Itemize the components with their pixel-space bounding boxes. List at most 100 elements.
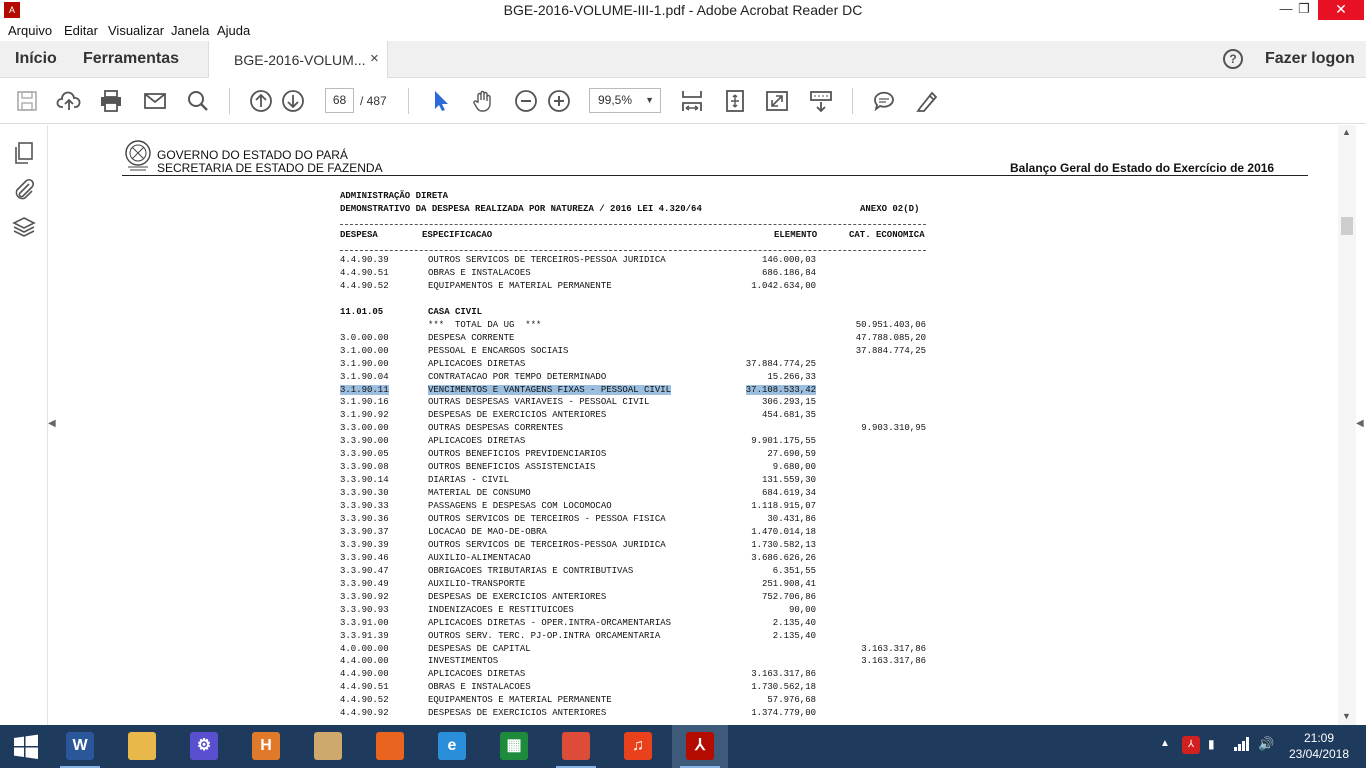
expand-left-panel-icon[interactable]: ◀ [48, 418, 56, 432]
row-specification: APLICACOES DIRETAS [428, 669, 526, 680]
table-row: 3.3.90.30 MATERIAL DE CONSUMO 684.619,34 [56, 488, 1338, 501]
full-screen-icon[interactable] [764, 88, 790, 114]
taskbar-word[interactable]: W [52, 725, 108, 768]
row-cat-economica: 3.163.317,86 [861, 656, 926, 667]
layers-icon[interactable] [12, 215, 36, 239]
taskbar-file-explorer[interactable] [114, 725, 170, 768]
attachments-icon[interactable] [12, 177, 36, 201]
header-report-title: Balanço Geral do Estado do Exercício de … [1010, 161, 1275, 175]
col-cat-economica: CAT. ECONOMICA [849, 230, 925, 240]
clock-date: 23/04/2018 [1288, 747, 1350, 761]
search-icon[interactable] [185, 88, 211, 114]
menu-arquivo[interactable]: Arquivo [8, 23, 52, 38]
vertical-scrollbar[interactable]: ▲ ▼ [1338, 125, 1356, 725]
section-line1: ADMINISTRAÇÃO DIRETA [340, 191, 449, 201]
row-specification: APLICACOES DIRETAS - OPER.INTRA-ORCAMENT… [428, 617, 672, 628]
window-title: BGE-2016-VOLUME-III-1.pdf - Adobe Acroba… [503, 2, 863, 18]
taskbar-music[interactable]: ♫ [610, 725, 666, 768]
taskbar-paint[interactable] [300, 725, 356, 768]
menu-editar[interactable]: Editar [64, 23, 98, 38]
fit-width-icon[interactable] [679, 88, 705, 114]
next-page-icon[interactable] [280, 88, 306, 114]
taskbar-hypertext[interactable]: H [238, 725, 294, 768]
row-specification: DESPESAS DE CAPITAL [428, 643, 531, 654]
scrollbar-thumb[interactable] [1341, 217, 1353, 235]
header-secretaria: SECRETARIA DE ESTADO DE FAZENDA [157, 161, 383, 175]
row-elemento: 1.374.779,00 [751, 708, 816, 719]
row-code: 3.3.90.39 [340, 539, 389, 550]
zoom-in-icon[interactable] [546, 88, 572, 114]
table-row: 11.01.05 CASA CIVIL [56, 307, 1338, 320]
select-tool-icon[interactable] [428, 88, 454, 114]
comment-icon[interactable] [871, 88, 897, 114]
zoom-select[interactable]: 99,5% ▼ [589, 88, 661, 113]
row-elemento: 2.135,40 [772, 630, 816, 641]
taskbar-internet-explorer[interactable]: e [424, 725, 480, 768]
row-specification: DESPESAS DE EXERCICIOS ANTERIORES [428, 708, 607, 719]
row-elemento: 454.681,35 [761, 410, 816, 421]
row-elemento: 1.730.582,13 [751, 539, 816, 550]
row-specification: PASSAGENS E DESPESAS COM LOCOMOCAO [428, 501, 612, 512]
tab-close-icon[interactable]: × [370, 50, 379, 67]
row-specification: DESPESAS DE EXERCICIOS ANTERIORES [428, 410, 607, 421]
print-icon[interactable] [98, 88, 124, 114]
menu-janela[interactable]: Janela [171, 23, 209, 38]
row-elemento: 306.293,15 [761, 397, 816, 408]
tab-document[interactable]: BGE-2016-VOLUM... × [208, 41, 388, 78]
save-icon[interactable] [14, 88, 40, 114]
row-elemento: 3.163.317,86 [751, 669, 816, 680]
taskbar-acrobat[interactable]: ⅄ [672, 725, 728, 768]
row-specification: *** TOTAL DA UG *** [428, 319, 542, 330]
start-button[interactable] [0, 725, 52, 768]
tab-tools[interactable]: Ferramentas [83, 50, 179, 68]
annex-label: ANEXO 02(D) [860, 204, 920, 214]
calculator-icon: ▦ [500, 732, 528, 760]
highlight-pen-icon[interactable] [914, 88, 940, 114]
tray-chevron-icon[interactable]: ▲ [1160, 738, 1170, 768]
tray-network-icon[interactable] [1234, 737, 1250, 768]
row-elemento: 57.976,68 [767, 695, 816, 706]
menu-visualizar[interactable]: Visualizar [108, 23, 164, 38]
maximize-button[interactable]: ❐ [1290, 0, 1318, 20]
row-specification: DESPESA CORRENTE [428, 332, 515, 343]
expand-right-panel-icon[interactable]: ◀ [1356, 418, 1364, 432]
table-row: 3.3.90.36 OUTROS SERVICOS DE TERCEIROS - … [56, 514, 1338, 527]
row-specification: OBRAS E INSTALACOES [428, 267, 531, 278]
state-seal-icon [124, 137, 152, 173]
table-top-divider [340, 224, 926, 225]
taskbar-chrome[interactable] [548, 725, 604, 768]
table-row: 3.3.00.00 OUTRAS DESPESAS CORRENTES 9.903.… [56, 423, 1338, 436]
tray-device-icon[interactable]: ▮ [1208, 737, 1215, 768]
taskbar-firefox[interactable] [362, 725, 418, 768]
close-button[interactable]: ✕ [1318, 0, 1364, 20]
row-code: 3.3.90.14 [340, 475, 389, 486]
taskbar-clock[interactable]: 21:09 23/04/2018 [1284, 730, 1354, 762]
taskbar-settings[interactable]: ⚙ [176, 725, 232, 768]
zoom-out-icon[interactable] [513, 88, 539, 114]
scroll-down-icon[interactable]: ▼ [1342, 711, 1351, 721]
page-number-input[interactable]: 68 [325, 88, 354, 113]
row-code: 4.4.90.51 [340, 267, 389, 278]
fit-page-icon[interactable] [722, 88, 748, 114]
table-row: 3.3.90.33 PASSAGENS E DESPESAS COM LOCOMO… [56, 501, 1338, 514]
tray-volume-icon[interactable]: 🔊 [1258, 736, 1274, 768]
help-icon[interactable]: ? [1223, 49, 1243, 69]
email-icon[interactable] [142, 88, 168, 114]
left-side-panel [0, 125, 48, 725]
taskbar-calculator[interactable]: ▦ [486, 725, 542, 768]
cloud-upload-icon[interactable] [56, 88, 82, 114]
row-code: 4.4.90.00 [340, 669, 389, 680]
login-link[interactable]: Fazer logon [1265, 50, 1355, 68]
scroll-up-icon[interactable]: ▲ [1342, 127, 1351, 137]
previous-page-icon[interactable] [248, 88, 274, 114]
page-thumbnails-icon[interactable] [12, 141, 36, 165]
col-elemento: ELEMENTO [774, 230, 818, 240]
scroll-mode-icon[interactable] [808, 88, 834, 114]
table-row: 4.4.90.52 EQUIPAMENTOS E MATERIAL PERMANE… [56, 695, 1338, 708]
row-code: 3.3.00.00 [340, 423, 389, 434]
tray-acrobat-icon[interactable]: ⅄ [1182, 736, 1200, 754]
hand-tool-icon[interactable] [470, 88, 496, 114]
row-elemento: 1.470.014,18 [751, 526, 816, 537]
menu-ajuda[interactable]: Ajuda [217, 23, 250, 38]
tab-home[interactable]: Início [15, 50, 57, 68]
